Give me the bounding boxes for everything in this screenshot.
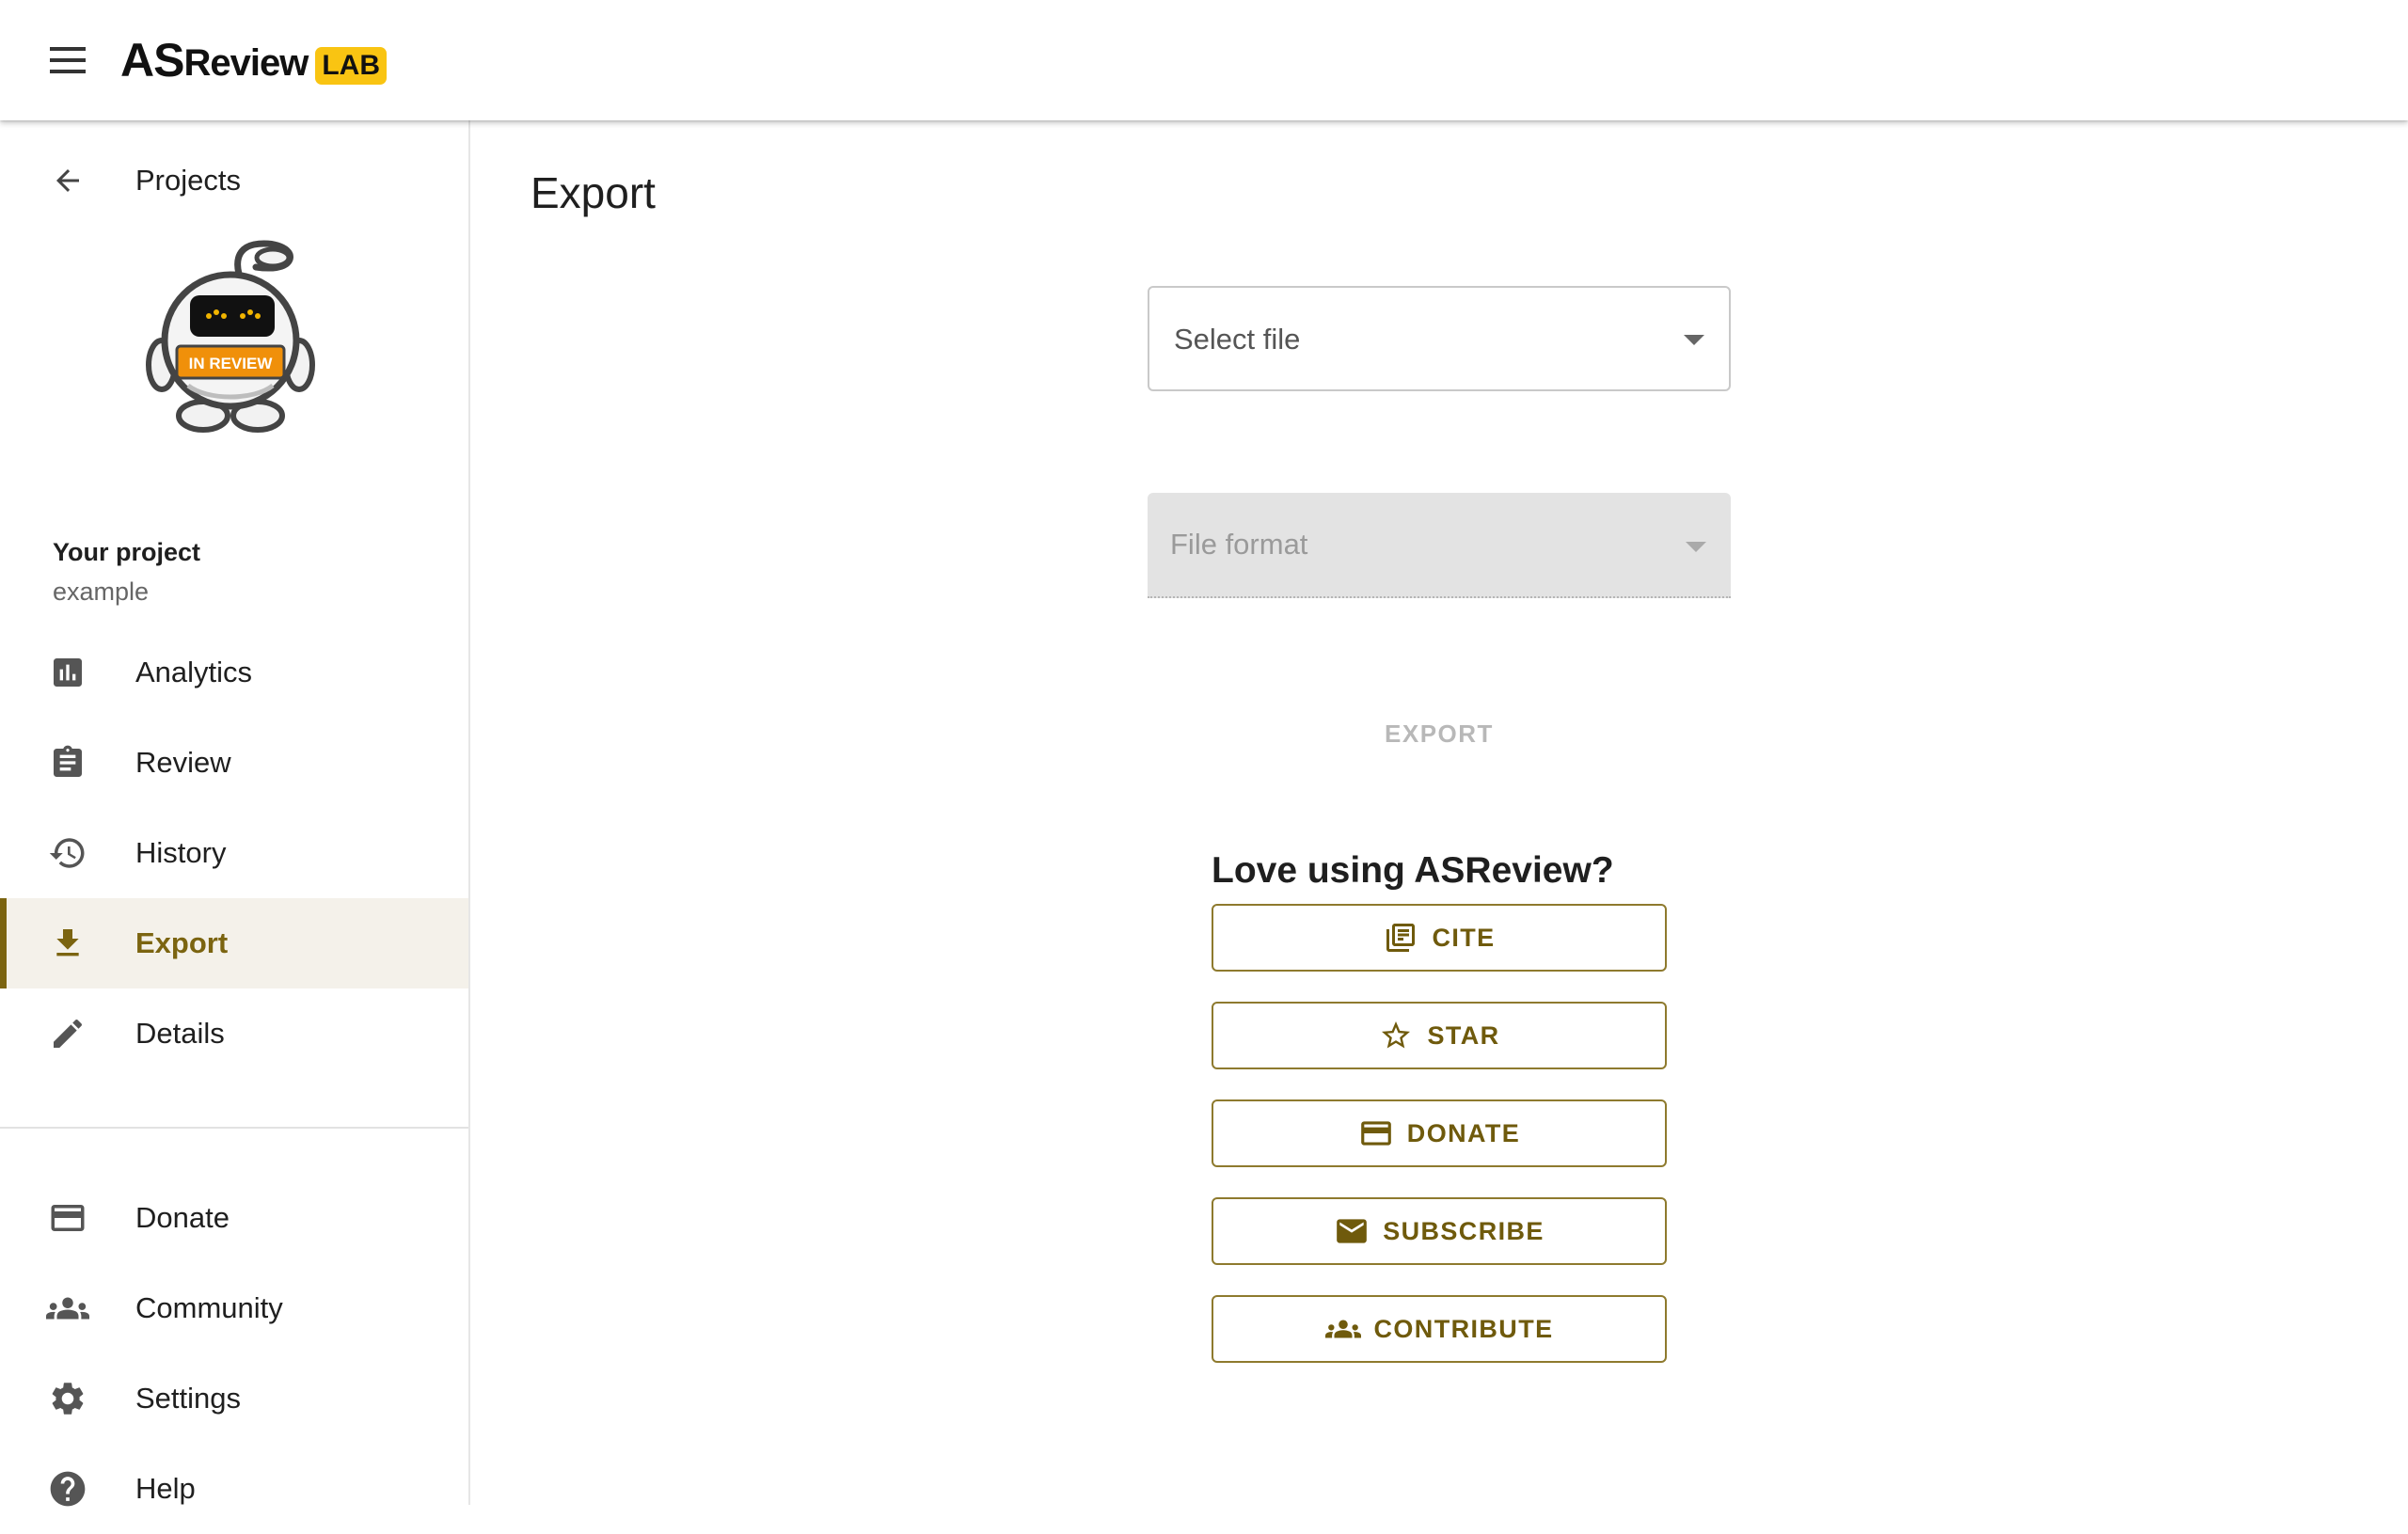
sidebar-item-label: Analytics xyxy=(135,656,253,688)
project-name: example xyxy=(53,577,150,606)
cta-label: CITE xyxy=(1432,923,1496,952)
group-icon xyxy=(45,1286,90,1331)
sidebar-item-details[interactable]: Details xyxy=(0,988,468,1079)
sidebar-item-projects[interactable]: Projects xyxy=(0,135,468,226)
hamburger-menu-icon xyxy=(50,47,86,73)
sidebar-item-label: Export xyxy=(135,926,229,959)
sidebar-item-label: Community xyxy=(135,1291,283,1324)
sidebar: Projects IN REVIEW Your project example xyxy=(0,120,470,1507)
sidebar-item-review[interactable]: Review xyxy=(0,718,468,808)
contribute-button[interactable]: CONTRIBUTE xyxy=(1212,1295,1667,1363)
select-file-dropdown[interactable]: Select file xyxy=(1148,286,1731,391)
mail-icon xyxy=(1334,1213,1370,1249)
cta-label: CONTRIBUTE xyxy=(1373,1314,1554,1343)
sidebar-item-analytics[interactable]: Analytics xyxy=(0,627,468,718)
sidebar-item-label: Review xyxy=(135,746,231,779)
credit-card-icon xyxy=(45,1195,90,1241)
donate-button[interactable]: DONATE xyxy=(1212,1099,1667,1167)
sidebar-item-settings[interactable]: Settings xyxy=(0,1353,468,1444)
sidebar-item-help[interactable]: Help xyxy=(0,1444,468,1534)
file-format-dropdown[interactable]: File format xyxy=(1148,493,1731,598)
dropdown-arrow-icon xyxy=(1686,542,1706,552)
select-file-placeholder: Select file xyxy=(1174,323,1301,356)
sidebar-item-export[interactable]: Export xyxy=(0,898,468,988)
sidebar-item-label: Details xyxy=(135,1017,225,1050)
sidebar-item-label: Settings xyxy=(135,1382,242,1415)
analytics-icon xyxy=(45,650,90,695)
star-button[interactable]: STAR xyxy=(1212,1002,1667,1069)
file-format-placeholder: File format xyxy=(1170,528,1308,561)
sidebar-divider xyxy=(0,1127,468,1129)
library-books-icon xyxy=(1383,920,1418,956)
page-title: Export xyxy=(531,168,656,217)
history-icon xyxy=(45,830,90,876)
sidebar-item-label: Projects xyxy=(135,164,241,197)
pencil-icon xyxy=(45,1011,90,1056)
brand-logo[interactable]: AS Review LAB xyxy=(120,32,387,88)
sidebar-item-community[interactable]: Community xyxy=(0,1263,468,1353)
project-caption: Your project xyxy=(53,538,201,566)
cite-button[interactable]: CITE xyxy=(1212,904,1667,972)
sidebar-item-label: Donate xyxy=(135,1201,230,1234)
cta-label: DONATE xyxy=(1406,1118,1521,1147)
arrow-back-icon xyxy=(45,158,90,203)
sidebar-item-donate[interactable]: Donate xyxy=(0,1173,468,1263)
sidebar-item-label: History xyxy=(135,836,227,869)
project-mascot-image: IN REVIEW xyxy=(132,235,339,442)
sidebar-item-label: Help xyxy=(135,1472,196,1505)
app-bar: AS Review LAB xyxy=(0,0,2408,120)
menu-button[interactable] xyxy=(39,35,97,86)
brand-lab-badge: LAB xyxy=(315,47,387,85)
sidebar-item-history[interactable]: History xyxy=(0,808,468,898)
active-indicator xyxy=(0,898,7,988)
brand-review-text: Review xyxy=(183,41,309,84)
cta-label: SUBSCRIBE xyxy=(1383,1216,1545,1245)
credit-card-icon xyxy=(1358,1115,1394,1151)
brand-as-text: AS xyxy=(120,34,184,87)
star-outline-icon xyxy=(1378,1018,1414,1053)
gear-icon xyxy=(45,1376,90,1421)
dropdown-arrow-icon xyxy=(1684,335,1704,345)
download-icon xyxy=(45,921,90,966)
subscribe-button[interactable]: SUBSCRIBE xyxy=(1212,1197,1667,1265)
export-button[interactable]: EXPORT xyxy=(1326,702,1552,766)
group-icon xyxy=(1324,1311,1361,1347)
mascot-badge-text: IN REVIEW xyxy=(189,355,274,372)
cta-label: STAR xyxy=(1427,1020,1500,1050)
clipboard-icon xyxy=(45,740,90,785)
love-using-heading: Love using ASReview? xyxy=(1212,850,1614,891)
